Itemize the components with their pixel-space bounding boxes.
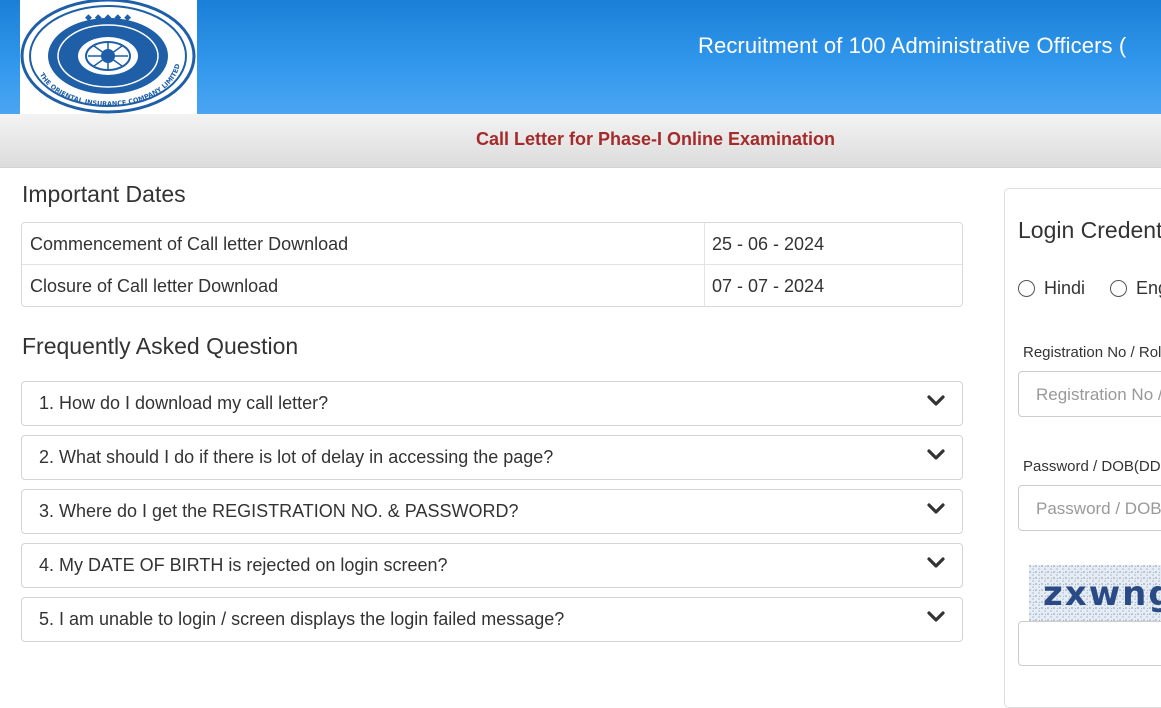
registration-input[interactable]: Registration No / Roll No [1018,371,1161,417]
important-dates-table: Commencement of Call letter Download 25 … [21,222,963,307]
chevron-down-icon [927,395,945,406]
page-header: THE ORIENTAL INSURANCE COMPANY LIMITED ◆… [0,0,1161,114]
faq-question: 1. How do I download my call letter? [39,393,329,413]
faq-item-4[interactable]: 4. My DATE OF BIRTH is rejected on login… [21,543,963,588]
date-value: 07 - 07 - 2024 [712,276,825,296]
password-placeholder: Password / DOB(DD-MM-YY) [1036,499,1161,518]
registration-placeholder: Registration No / Roll No [1036,385,1161,404]
table-row: Commencement of Call letter Download 25 … [22,223,962,265]
faq-item-3[interactable]: 3. Where do I get the REGISTRATION NO. &… [21,489,963,534]
radio-label: English [1136,278,1161,298]
login-title: Login Credentials [1018,217,1161,243]
registration-label: Registration No / Roll No [1023,344,1161,361]
chevron-down-icon [927,503,945,514]
faq-question: 5. I am unable to login / screen display… [39,609,565,629]
chevron-down-icon [927,611,945,622]
language-radio-hindi[interactable]: Hindi [1018,278,1085,299]
page-title: Recruitment of 100 Administrative Office… [698,33,1127,58]
svg-text:zxwng: zxwng [1043,574,1161,614]
faq-question: 4. My DATE OF BIRTH is rejected on login… [39,555,448,575]
date-label: Closure of Call letter Download [30,276,279,296]
radio-icon [1018,280,1035,297]
date-label: Commencement of Call letter Download [30,234,349,254]
table-row: Closure of Call letter Download 07 - 07 … [22,265,962,306]
chevron-down-icon [927,557,945,568]
logo-emblem-icon: THE ORIENTAL INSURANCE COMPANY LIMITED ◆… [20,0,196,114]
svg-text:◆ ◆ ◆ ◆ ◆: ◆ ◆ ◆ ◆ ◆ [85,13,131,23]
login-panel: Login Credentials Hindi English Registra… [1004,188,1161,708]
exam-title: Call Letter for Phase-I Online Examinati… [475,129,836,149]
password-label: Password / DOB(DD-MM-YY) [1023,458,1161,475]
company-logo: THE ORIENTAL INSURANCE COMPANY LIMITED ◆… [20,0,197,114]
password-input[interactable]: Password / DOB(DD-MM-YY) [1018,485,1161,531]
faq-question: 2. What should I do if there is lot of d… [39,447,554,467]
chevron-down-icon [927,449,945,460]
captcha-image: zxwng [1029,565,1161,621]
language-radio-english[interactable]: English [1110,278,1161,299]
faq-item-1[interactable]: 1. How do I download my call letter? [21,381,963,426]
date-value: 25 - 06 - 2024 [712,234,825,254]
faq-heading: Frequently Asked Question [22,333,299,359]
subheader-bar: Call Letter for Phase-I Online Examinati… [0,114,1161,168]
important-dates-heading: Important Dates [22,181,186,207]
radio-icon [1110,280,1127,297]
faq-item-5[interactable]: 5. I am unable to login / screen display… [21,597,963,642]
faq-question: 3. Where do I get the REGISTRATION NO. &… [39,501,519,521]
radio-label: Hindi [1044,278,1086,298]
faq-item-2[interactable]: 2. What should I do if there is lot of d… [21,435,963,480]
captcha-input[interactable] [1018,621,1161,666]
